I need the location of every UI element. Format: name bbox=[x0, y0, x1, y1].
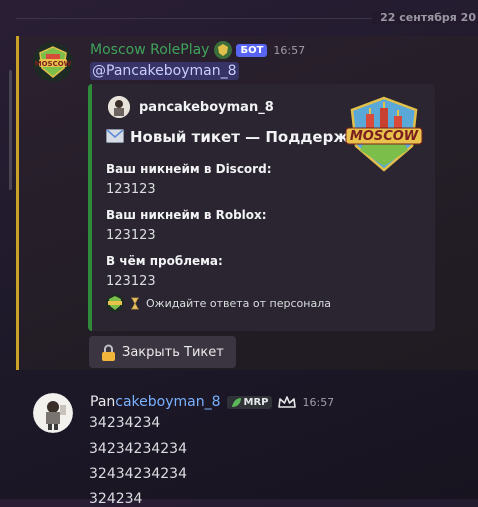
footer-text: Ожидайте ответа от персонала bbox=[146, 296, 331, 310]
footer-server-icon bbox=[106, 294, 124, 312]
svg-text:MOSCOW: MOSCOW bbox=[35, 60, 72, 68]
bot-badge: БОТ bbox=[236, 43, 268, 57]
leaf-icon bbox=[231, 397, 242, 408]
message-line: 32434234234 bbox=[89, 466, 187, 482]
hourglass-icon bbox=[130, 297, 140, 310]
field-name: Ваш никнейм в Roblox: bbox=[106, 208, 267, 222]
lock-icon bbox=[101, 344, 116, 361]
ticket-embed: pancakeboyman_8 Новый тикет — Поддержка … bbox=[88, 84, 435, 331]
message-line: 324234 bbox=[89, 491, 143, 507]
embed-footer: Ожидайте ответа от персонала bbox=[106, 294, 331, 312]
field-name: Ваш никнейм в Discord: bbox=[106, 162, 272, 176]
bot-avatar[interactable]: MOSCOW bbox=[33, 42, 73, 82]
role-tag[interactable]: MRP bbox=[226, 395, 273, 409]
user-mention[interactable]: @Pancakeboyman_8 bbox=[90, 62, 239, 80]
moscow-logo-thumbnail[interactable]: MOSCOW bbox=[344, 94, 424, 174]
mention-highlight-bar bbox=[16, 36, 19, 370]
embed-author-name: pancakeboyman_8 bbox=[139, 99, 274, 115]
author-name-rest: cakeboyman_8 bbox=[115, 394, 221, 410]
message-line: 34234234 bbox=[89, 415, 161, 431]
embed-title-text: Новый тикет — Поддержка bbox=[130, 128, 369, 146]
author-name[interactable]: Moscow RolePlay bbox=[90, 42, 209, 58]
envelope-icon bbox=[106, 128, 124, 147]
timestamp[interactable]: 16:57 bbox=[273, 44, 305, 57]
embed-author[interactable]: pancakeboyman_8 bbox=[108, 96, 274, 118]
scrollbar[interactable] bbox=[9, 70, 12, 190]
timestamp[interactable]: 16:57 bbox=[302, 396, 334, 409]
svg-text:MOSCOW: MOSCOW bbox=[350, 129, 419, 144]
field-value: 123123 bbox=[106, 274, 156, 289]
field-name: В чём проблема: bbox=[106, 254, 223, 268]
field-roblox: Ваш никнейм в Roblox: 123123 bbox=[106, 208, 267, 243]
message1-header: Moscow RolePlay БОТ 16:57 bbox=[90, 41, 305, 59]
message2-header: Pancakeboyman_8 MRP 16:57 bbox=[90, 394, 334, 410]
field-value: 123123 bbox=[106, 182, 156, 197]
crown-icon bbox=[278, 395, 297, 409]
role-tag-label: MRP bbox=[243, 396, 269, 408]
close-ticket-button[interactable]: Закрыть Тикет bbox=[89, 336, 236, 368]
user-avatar[interactable] bbox=[33, 393, 73, 433]
author-name[interactable]: Pancakeboyman_8 bbox=[90, 394, 221, 410]
message-line: 34234234234 bbox=[89, 441, 187, 457]
embed-title: Новый тикет — Поддержка bbox=[106, 128, 369, 147]
field-discord: Ваш никнейм в Discord: 123123 bbox=[106, 162, 272, 197]
close-ticket-label: Закрыть Тикет bbox=[122, 344, 224, 360]
field-value: 123123 bbox=[106, 228, 156, 243]
divider-date: 22 сентября 20 bbox=[372, 11, 478, 24]
embed-author-avatar bbox=[108, 96, 130, 118]
server-tag-icon bbox=[214, 41, 233, 59]
field-problem: В чём проблема: 123123 bbox=[106, 254, 223, 289]
author-name-prefix: Pan bbox=[90, 394, 116, 410]
